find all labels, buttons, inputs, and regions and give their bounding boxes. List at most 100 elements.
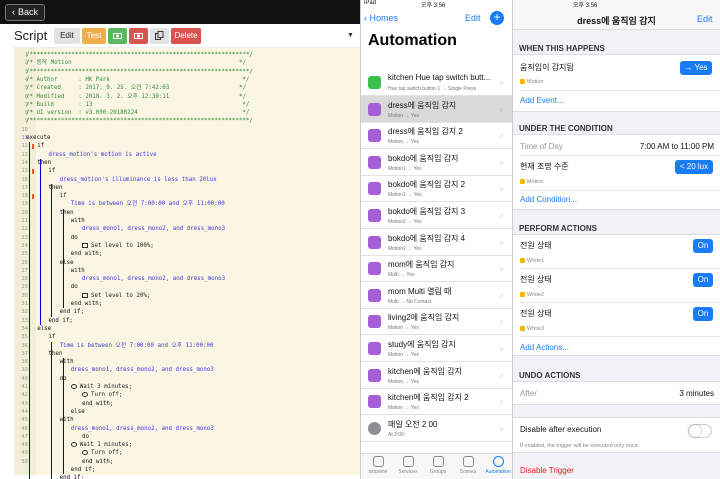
- copy-icon[interactable]: [150, 28, 169, 44]
- code-line: if: [48, 168, 56, 175]
- tab-sstunme[interactable]: sstunme: [364, 456, 392, 475]
- chevron-right-icon: ›: [500, 264, 503, 274]
- after-label: After: [520, 389, 537, 398]
- tab-label: Services: [398, 469, 418, 475]
- divider: [520, 190, 720, 191]
- dropdown-arrow-icon[interactable]: ▼: [347, 32, 354, 39]
- delete-button[interactable]: Delete: [171, 28, 201, 44]
- automation-row[interactable]: kitchen에 움직임 감지 Motion → Yes ›: [361, 362, 512, 389]
- automation-trigger: Motion1 → Yes: [388, 192, 422, 199]
- chevron-right-icon: ›: [500, 211, 503, 220]
- automation-row[interactable]: bokdo에 움직임 감지 3 Motion2 → Yes ›: [361, 202, 512, 229]
- event-value-button[interactable]: → Yes: [680, 61, 712, 75]
- block-guide: [29, 142, 30, 479]
- automation-detail-pane: 오후 3:56 dress에 움직임 감지 Edit WHEN THIS HAP…: [513, 0, 720, 479]
- line-number: 29: [21, 284, 28, 291]
- automation-row[interactable]: bokdo에 움직임 감지 4 Motion2 → Yes ›: [361, 229, 512, 256]
- tab-scenes[interactable]: Scenes: [454, 456, 482, 475]
- automation-row[interactable]: mom에 움직임 감지 Multi → Yes ›: [361, 255, 512, 283]
- automation-row[interactable]: kitchen Hue tap switch butt... Hue tap sw…: [361, 69, 512, 96]
- automation-row[interactable]: dress에 움직임 감지 Motion → Yes ›: [361, 95, 512, 123]
- add-event-link[interactable]: Add Event...: [520, 96, 564, 105]
- line-number: 37: [21, 350, 28, 357]
- block-guide: [51, 341, 53, 479]
- automation-row[interactable]: living2에 움직임 감지 Motion → Yes ›: [361, 308, 512, 336]
- automation-row[interactable]: bokdo에 움직임 감지 2 Motion1 → Yes ›: [361, 175, 512, 203]
- action-value-button[interactable]: On: [693, 307, 713, 321]
- disable-label: Disable after execution: [520, 425, 602, 434]
- automation-name: kitchen에 움직임 감지 2: [388, 393, 469, 403]
- add-icon[interactable]: +: [490, 11, 504, 25]
- divider: [520, 155, 720, 156]
- homes-back-link[interactable]: ‹ Homes: [364, 13, 398, 23]
- code-line: dress_mono1, dress_mono2, and dress_mono…: [70, 425, 214, 432]
- automation-row[interactable]: mom Multi 열림 때 Multi → No Contact ›: [361, 282, 512, 309]
- chevron-right-icon: ›: [500, 290, 503, 300]
- code-line: end with;: [82, 400, 114, 407]
- action-value-button[interactable]: On: [693, 273, 713, 287]
- tab-services[interactable]: Services: [394, 456, 422, 475]
- tab-groups[interactable]: Groups: [424, 456, 452, 475]
- camera-record-icon[interactable]: [129, 28, 148, 44]
- clock-icon: [368, 421, 381, 435]
- disable-toggle[interactable]: [688, 424, 712, 438]
- after-value[interactable]: 3 minutes: [623, 389, 714, 398]
- code-line: /***************************************…: [26, 68, 253, 75]
- automation-trigger: Motion2 → Yes: [388, 245, 422, 252]
- camera-icon[interactable]: [108, 28, 127, 44]
- line-number: 17: [21, 184, 28, 191]
- line-number: 22: [21, 226, 28, 233]
- tab-automation[interactable]: Automation: [484, 456, 512, 475]
- motion-sensor-icon: [368, 155, 381, 169]
- edit-link[interactable]: Edit: [697, 14, 713, 24]
- test-button[interactable]: Test: [82, 28, 106, 44]
- automation-trigger: Motion → Yes: [388, 378, 419, 385]
- code-text: Wait 3 minutes;: [79, 384, 133, 390]
- back-button[interactable]: ‹ Back: [5, 4, 46, 21]
- automation-list-pane: iPad 오후 3:56 ‹ Homes Edit + Automation k…: [360, 0, 513, 479]
- code-line: /* Author : HK Park */: [26, 76, 250, 83]
- automation-icon: [492, 456, 504, 467]
- automation-name: kitchen에 움직임 감지: [388, 366, 462, 376]
- chevron-right-icon: ›: [500, 131, 503, 141]
- edit-button[interactable]: Edit: [54, 28, 80, 44]
- code-line: else: [37, 325, 52, 332]
- code-text: Turn off;: [91, 392, 123, 399]
- code-line: end if;: [59, 309, 85, 316]
- code-line: dress_mono1, dress_mono2, and dress_mono…: [82, 226, 226, 233]
- action-label: 전원 상태: [520, 275, 552, 284]
- disable-trigger-link[interactable]: Disable Trigger: [520, 466, 574, 475]
- code-editor[interactable]: 1 2 3 4 5 6 7 8 9 10 11 12 13 14 15 16 17 18 19 20 21 22 23 24 2…: [14, 47, 360, 479]
- lux-value-button[interactable]: < 20 lux: [675, 160, 713, 174]
- automation-row[interactable]: 매일 오전 2 00 At 2:00 ›: [361, 415, 512, 442]
- automation-row[interactable]: dress에 움직임 감지 2 Motion → Yes ›: [361, 122, 512, 150]
- code-line: with: [70, 267, 85, 274]
- scenes-icon: [462, 456, 474, 467]
- chevron-right-icon: ›: [500, 423, 503, 433]
- automation-trigger: Motion → Yes: [388, 112, 419, 119]
- code-line: end with;: [82, 458, 114, 465]
- block-guide: [62, 358, 64, 475]
- clock-icon: [70, 384, 77, 389]
- automation-row[interactable]: study에 움직임 감지 Motion → Yes ›: [361, 335, 512, 362]
- line-number: 28: [21, 276, 28, 283]
- motion-sensor-icon: [368, 182, 381, 196]
- automation-name: dress에 움직임 감지: [388, 100, 457, 110]
- action-value-button[interactable]: On: [693, 239, 713, 253]
- tab-bar: sstunme Services Groups Scenes Automation: [361, 453, 512, 479]
- add-actions-link[interactable]: Add Actions...: [520, 343, 569, 352]
- add-condition-link[interactable]: Add Condition...: [520, 195, 577, 204]
- breakpoint-marker: [32, 194, 34, 200]
- time-of-day-value[interactable]: 7:00 AM to 11:00 PM: [623, 142, 714, 151]
- chevron-right-icon: ›: [500, 78, 503, 87]
- edit-link[interactable]: Edit: [465, 13, 481, 23]
- automation-row[interactable]: kitchen에 움직임 감지 2 Motion → Yes ›: [361, 388, 512, 416]
- line-number: 36: [21, 342, 28, 349]
- page-title: Script: [14, 28, 48, 43]
- event-label: 움직임이 감지됨: [520, 63, 574, 72]
- line-number: 25: [21, 251, 28, 258]
- automation-trigger: Hue tap switch button 1 → Single Press: [388, 86, 477, 92]
- line-number: 41: [21, 384, 28, 390]
- automation-row[interactable]: bokdo에 움직임 감지 Motion1 → Yes ›: [361, 149, 512, 176]
- breakpoint-marker: [32, 144, 34, 150]
